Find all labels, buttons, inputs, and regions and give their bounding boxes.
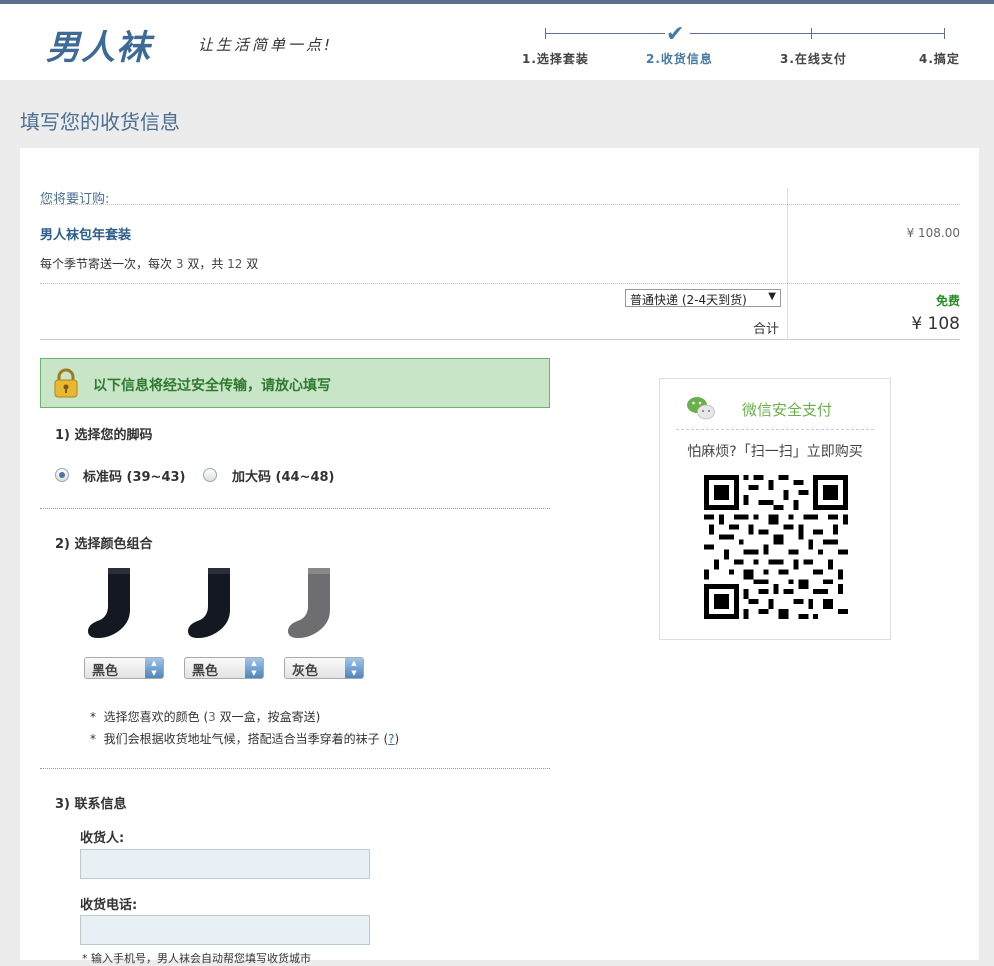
dropdown-arrow-icon: ▼ (768, 291, 776, 302)
site-slogan: 让生活简单一点! (198, 36, 334, 54)
color-section-title: 2) 选择颜色组合 (55, 537, 153, 552)
order-bottom-line (40, 339, 960, 340)
color-note-2: * 我们会根据收货地址气候，搭配适合当季穿着的袜子 (?) (90, 732, 400, 746)
contact-section-title: 3) 联系信息 (55, 797, 127, 812)
site-logo[interactable]: 男人袜 (46, 20, 151, 69)
product-price: ¥ 108.00 (906, 226, 960, 240)
sock-color-select-3[interactable]: 灰色 ▲ ▼ (284, 657, 364, 679)
progress-line (545, 33, 665, 34)
lock-icon (54, 368, 78, 398)
sock-image (188, 568, 230, 638)
shipping-select[interactable]: 普通快递 (2-4天到货) ▼ (625, 289, 781, 307)
step-done: 4.搞定 (919, 52, 960, 66)
site-header: 男人袜 让生活简单一点! ✔ 1.选择套装 2.收货信息 3.在线支付 4.搞定 (0, 4, 994, 80)
total-value: ¥ 108 (911, 314, 960, 334)
radio-standard-size[interactable] (55, 468, 69, 482)
section-separator (40, 768, 550, 769)
page-title: 填写您的收货信息 (20, 110, 180, 134)
secure-notice-text: 以下信息将经过安全传输，请放心填写 (93, 378, 331, 394)
sock-color-select-1[interactable]: 黑色 ▲ ▼ (84, 657, 164, 679)
product-description: 每个季节寄送一次，每次 3 双，共 12 双 (40, 257, 259, 271)
shipping-select-value: 普通快递 (2-4天到货) (630, 293, 747, 307)
progress-tick (545, 28, 546, 39)
secure-notice: 以下信息将经过安全传输，请放心填写 (40, 358, 550, 408)
receiver-label: 收货人: (80, 831, 125, 846)
radio-large-size[interactable] (203, 468, 217, 482)
sock-image (288, 568, 330, 638)
stepper-arrows-icon: ▲ ▼ (345, 658, 363, 678)
step-online-payment: 3.在线支付 (780, 52, 847, 66)
color-note-1: * 选择您喜欢的颜色 (3 双一盒，按盒寄送) (90, 710, 321, 724)
sock-color-value: 黑色 (192, 664, 219, 679)
total-label: 合计 (753, 322, 780, 337)
progress-tick (811, 28, 812, 39)
wechat-pay-title: 微信安全支付 (742, 401, 833, 419)
qr-code[interactable] (704, 475, 848, 619)
sock-color-value: 黑色 (92, 664, 119, 679)
checkmark-icon: ✔ (666, 22, 685, 47)
step-shipping-info: 2.收货信息 (646, 52, 713, 66)
wechat-pay-subtitle: 怕麻烦?「扫一扫」立即购买 (687, 444, 863, 460)
dotted-divider (40, 204, 960, 205)
receiver-input[interactable] (80, 849, 370, 879)
dashed-divider (676, 429, 874, 430)
shipping-fee: 免费 (935, 294, 960, 308)
main-panel: 您将要订购: 男人袜包年套装 每个季节寄送一次，每次 3 双，共 12 双 ¥ … (20, 148, 979, 965)
phone-hint: * 输入手机号，男人袜会自动帮您填写收货城市 (82, 952, 311, 965)
phone-label: 收货电话: (80, 898, 138, 913)
sock-image (88, 568, 130, 638)
sock-color-value: 灰色 (292, 664, 319, 679)
phone-input[interactable] (80, 915, 370, 945)
order-divider (787, 188, 788, 338)
radio-standard-size-label[interactable]: 标准码 (39~43) (83, 466, 185, 485)
size-section-title: 1) 选择您的脚码 (55, 428, 153, 443)
section-separator (40, 508, 550, 509)
dotted-divider (40, 283, 960, 284)
progress-tick (944, 28, 945, 39)
sock-color-select-2[interactable]: 黑色 ▲ ▼ (184, 657, 264, 679)
wechat-pay-box: 微信安全支付 怕麻烦?「扫一扫」立即购买 (659, 378, 891, 640)
wechat-icon (687, 397, 715, 420)
progress-line (690, 33, 945, 34)
step-select-package: 1.选择套装 (522, 52, 589, 66)
stepper-arrows-icon: ▲ ▼ (245, 658, 263, 678)
product-name: 男人袜包年套装 (40, 228, 132, 243)
radio-large-size-label[interactable]: 加大码 (44~48) (232, 466, 334, 485)
stepper-arrows-icon: ▲ ▼ (145, 658, 163, 678)
